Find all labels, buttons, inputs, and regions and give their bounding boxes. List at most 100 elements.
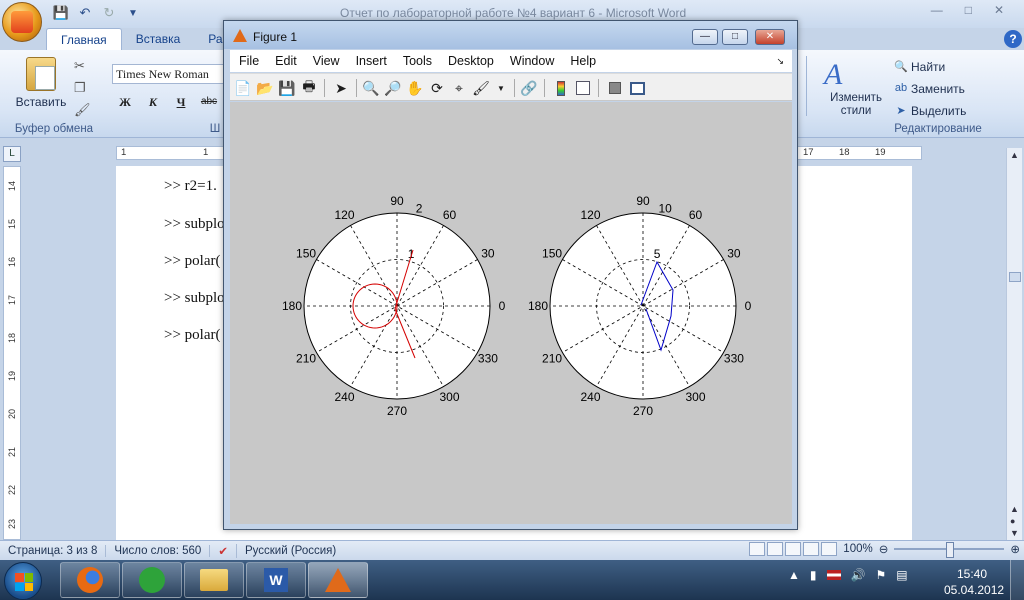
menu-window[interactable]: Window — [502, 54, 562, 68]
flag-icon[interactable] — [826, 570, 841, 580]
polar-angle-label: 180 — [282, 299, 302, 313]
network-icon[interactable]: ▤ — [896, 568, 907, 582]
figure-canvas[interactable]: 0 30 60 90 120 150 180 210 240 270 300 330 1 2 0 30 60 90… — [230, 102, 792, 524]
polar-radius-label: 5 — [654, 247, 661, 261]
figure-maximize-button[interactable]: □ — [722, 29, 748, 45]
action-center-icon[interactable]: ⚑ — [875, 568, 886, 582]
menu-view[interactable]: View — [305, 54, 348, 68]
office-button[interactable] — [2, 2, 42, 42]
vertical-scrollbar[interactable]: ▲ ▲ ● ▼ — [1006, 148, 1022, 540]
change-styles-icon[interactable]: A — [824, 58, 842, 92]
taskbar-firefox[interactable] — [60, 562, 120, 598]
print-figure-icon[interactable]: 🖶 — [300, 78, 318, 97]
polar-angle-label: 300 — [685, 390, 705, 404]
zoom-in-icon[interactable]: 🔍 — [362, 79, 380, 97]
browse-object-icon[interactable]: ● — [1010, 516, 1015, 526]
menu-file[interactable]: File — [230, 54, 267, 68]
hide-plot-tools-icon[interactable] — [606, 79, 624, 97]
insert-legend-icon[interactable] — [574, 79, 592, 97]
new-figure-icon[interactable]: 📄 — [234, 79, 252, 97]
taskbar-network-app[interactable] — [122, 562, 182, 598]
rotate-3d-icon[interactable]: ⟳ — [428, 79, 446, 97]
status-language[interactable]: Русский (Россия) — [237, 545, 344, 557]
paste-button[interactable]: Вставить — [8, 55, 74, 125]
brush-icon[interactable]: 🖌 — [472, 79, 490, 97]
brush-dropdown-icon[interactable]: ▼ — [492, 79, 510, 97]
open-file-icon[interactable]: 📂 — [256, 79, 274, 97]
copy-icon[interactable]: ❐ — [74, 80, 86, 96]
minimize-icon[interactable]: — — [931, 3, 943, 17]
find-button[interactable]: 🔍 Найти — [894, 56, 994, 78]
menu-help[interactable]: Help — [562, 54, 604, 68]
web-layout-icon[interactable] — [785, 542, 802, 556]
replace-button[interactable]: ab Заменить — [894, 78, 994, 100]
outline-icon[interactable] — [803, 542, 820, 556]
redo-icon[interactable]: ↻ — [100, 4, 118, 22]
toolbar-separator — [514, 79, 515, 97]
data-cursor-icon[interactable]: ⌖ — [450, 79, 468, 97]
menu-tools[interactable]: Tools — [395, 54, 440, 68]
taskbar-matlab[interactable] — [308, 562, 368, 598]
scroll-up-icon[interactable]: ▲ — [1010, 150, 1019, 160]
link-plot-icon[interactable]: 🔗 — [520, 79, 538, 97]
change-styles-label[interactable]: Изменить стили — [826, 92, 886, 118]
spellcheck-icon[interactable]: ✔ — [210, 543, 237, 558]
styles-scroll-arrows[interactable] — [806, 56, 820, 116]
format-painter-icon[interactable]: 🖌 — [74, 102, 91, 118]
maximize-icon[interactable]: □ — [965, 3, 972, 17]
cut-icon[interactable]: ✂ — [74, 58, 85, 74]
pan-hand-icon[interactable]: ✋ — [406, 79, 424, 97]
bold-button[interactable]: Ж — [112, 92, 138, 112]
insert-colorbar-icon[interactable] — [552, 79, 570, 97]
menu-insert[interactable]: Insert — [348, 54, 395, 68]
doc-line: >> r2=1. — [164, 178, 217, 194]
next-page-icon[interactable]: ▼ — [1010, 528, 1019, 538]
draft-icon[interactable] — [821, 542, 838, 556]
undo-icon[interactable]: ↶ — [76, 4, 94, 22]
edit-plot-icon[interactable]: ➤ — [332, 79, 350, 97]
select-button[interactable]: ➤ Выделить — [894, 100, 994, 122]
italic-button[interactable]: К — [140, 92, 166, 112]
show-desktop-button[interactable] — [1010, 560, 1024, 600]
customize-qat-icon[interactable]: ▼ — [124, 4, 142, 22]
zoom-slider[interactable] — [894, 542, 1005, 558]
zoom-out-icon[interactable]: ⊖ — [879, 542, 889, 556]
zoom-level[interactable]: 100% — [843, 543, 872, 555]
save-figure-icon[interactable]: 💾 — [278, 79, 296, 97]
clock[interactable]: 15:40 05.04.2012 — [944, 566, 1004, 598]
usb-icon[interactable]: ▮ — [810, 568, 817, 582]
menu-desktop[interactable]: Desktop — [440, 54, 502, 68]
start-button[interactable] — [4, 562, 42, 600]
save-icon[interactable]: 💾 — [52, 4, 70, 22]
zoom-in-icon[interactable]: ⊕ — [1010, 542, 1020, 556]
tab-home[interactable]: Главная — [46, 28, 122, 50]
tab-insert[interactable]: Вставка — [122, 28, 195, 50]
print-layout-icon[interactable] — [749, 542, 766, 556]
taskbar-explorer[interactable] — [184, 562, 244, 598]
scroll-thumb[interactable] — [1009, 272, 1021, 282]
figure-minimize-button[interactable]: — — [692, 29, 718, 45]
help-icon[interactable]: ? — [1004, 30, 1022, 48]
volume-icon[interactable]: 🔊 — [851, 568, 866, 582]
menu-edit[interactable]: Edit — [267, 54, 305, 68]
full-screen-reading-icon[interactable] — [767, 542, 784, 556]
figure-close-button[interactable]: ✕ — [755, 29, 785, 45]
dock-arrow-icon[interactable]: ↘ — [768, 56, 792, 67]
taskbar-word[interactable]: W — [246, 562, 306, 598]
underline-button[interactable]: Ч — [168, 92, 194, 112]
ruler-number: 21 — [7, 447, 17, 458]
polar-angle-label: 300 — [439, 390, 459, 404]
zoom-out-icon[interactable]: 🔎 — [384, 79, 402, 97]
system-tray: ▲ ▮ 🔊 ⚑ ▤ — [788, 568, 908, 582]
status-words[interactable]: Число слов: 560 — [106, 544, 211, 557]
tab-selector-icon[interactable]: L — [3, 146, 21, 162]
show-hidden-icons-icon[interactable]: ▲ — [788, 568, 800, 582]
show-plot-tools-icon[interactable] — [628, 79, 646, 97]
prev-page-icon[interactable]: ▲ — [1010, 504, 1019, 514]
close-icon[interactable]: ✕ — [994, 3, 1004, 17]
status-page[interactable]: Страница: 3 из 8 — [0, 544, 107, 557]
vertical-ruler[interactable]: 14 15 16 17 18 19 20 21 22 23 — [3, 166, 21, 540]
doc-line: >> subplo — [164, 216, 225, 232]
font-name-box[interactable]: Times New Roman — [112, 64, 224, 84]
strikethrough-button[interactable]: abc — [196, 92, 222, 112]
